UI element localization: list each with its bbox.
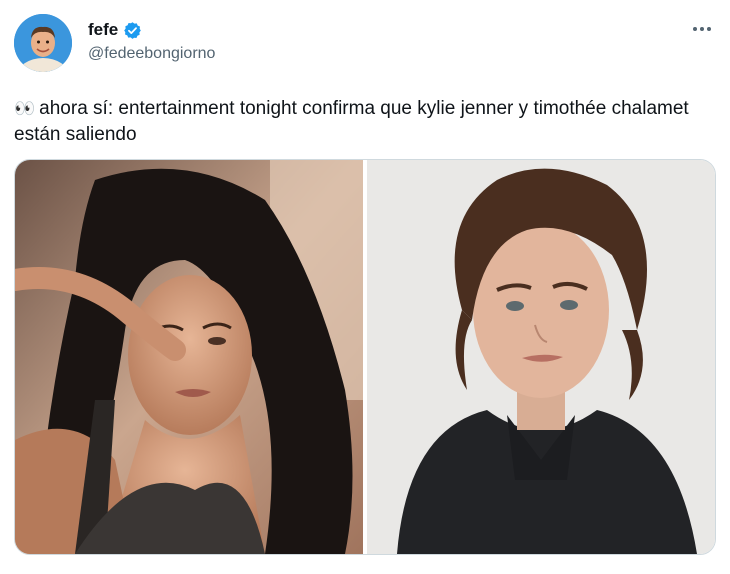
more-horizontal-icon[interactable] <box>690 22 714 36</box>
tweet: fefe @fedeebongiorno 👀 ahora sí: entertai… <box>0 0 730 574</box>
tweet-text: 👀 ahora sí: entertainment tonight confirm… <box>14 96 714 148</box>
avatar[interactable] <box>14 14 72 72</box>
photo-right[interactable] <box>367 160 715 554</box>
photo-left[interactable] <box>15 160 363 554</box>
handle[interactable]: @fedeebongiorno <box>88 45 215 63</box>
media-grid <box>14 159 716 555</box>
verified-badge-icon <box>123 21 142 40</box>
eyes-emoji: 👀 <box>14 99 36 118</box>
tweet-text-body: ahora sí: entertainment tonight confirma… <box>14 98 689 145</box>
display-name[interactable]: fefe <box>88 20 118 40</box>
author-name-row: fefe <box>88 20 142 40</box>
